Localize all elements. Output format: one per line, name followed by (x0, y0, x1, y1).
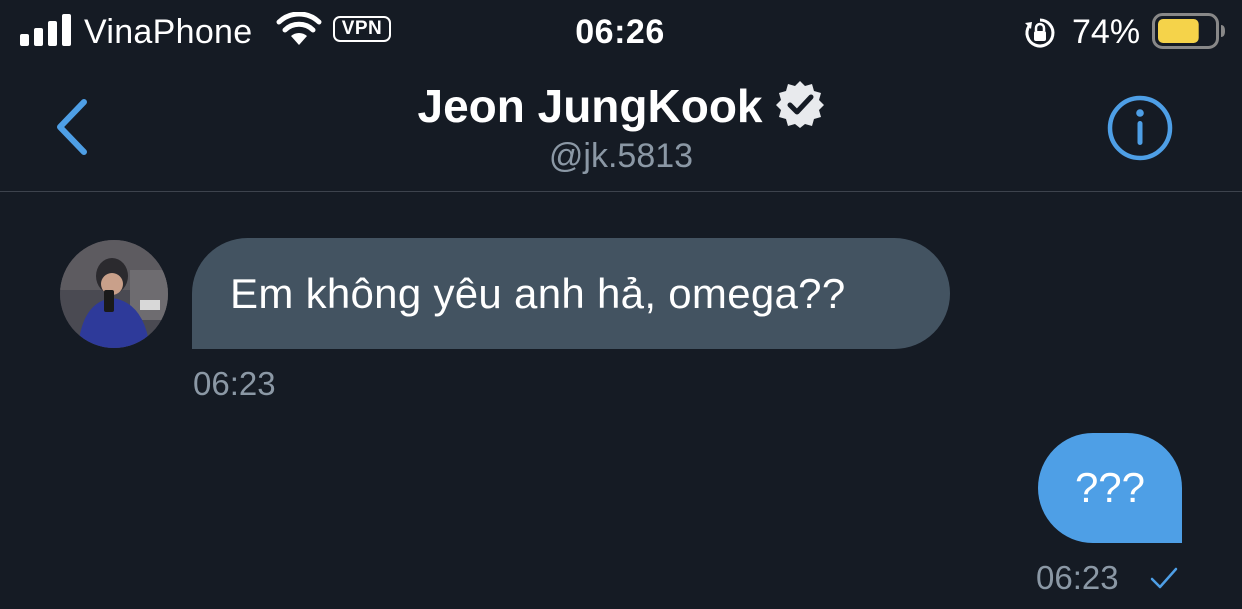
avatar-photo (60, 240, 168, 348)
message-timestamp: 06:23 (1036, 559, 1119, 596)
carrier-name: VinaPhone (84, 13, 253, 51)
verified-badge-icon (775, 81, 824, 128)
sent-check-icon (1150, 567, 1178, 589)
incoming-message-bubble[interactable]: Em không yêu anh hả, omega?? (192, 238, 950, 349)
contact-avatar[interactable] (60, 240, 168, 348)
conversation-header: Jeon JungKook @jk.5813 (0, 64, 1242, 192)
battery-percent: 74% (1072, 13, 1141, 51)
signal-icon (20, 14, 71, 46)
contact-name: Jeon JungKook (417, 80, 763, 132)
info-icon[interactable] (1106, 94, 1174, 162)
message-timestamp: 06:23 (193, 365, 276, 402)
vpn-badge: VPN (333, 16, 391, 42)
status-bar: VinaPhone VPN 06:26 74% (0, 0, 1242, 64)
rotation-lock-icon (1025, 18, 1055, 48)
status-time: 06:26 (575, 13, 665, 51)
contact-name-row[interactable]: Jeon JungKook (0, 78, 1242, 134)
contact-handle: @jk.5813 (548, 137, 694, 175)
battery-icon (1152, 13, 1225, 49)
outgoing-message-bubble[interactable]: ??? (1038, 433, 1182, 543)
wifi-icon (276, 12, 322, 45)
